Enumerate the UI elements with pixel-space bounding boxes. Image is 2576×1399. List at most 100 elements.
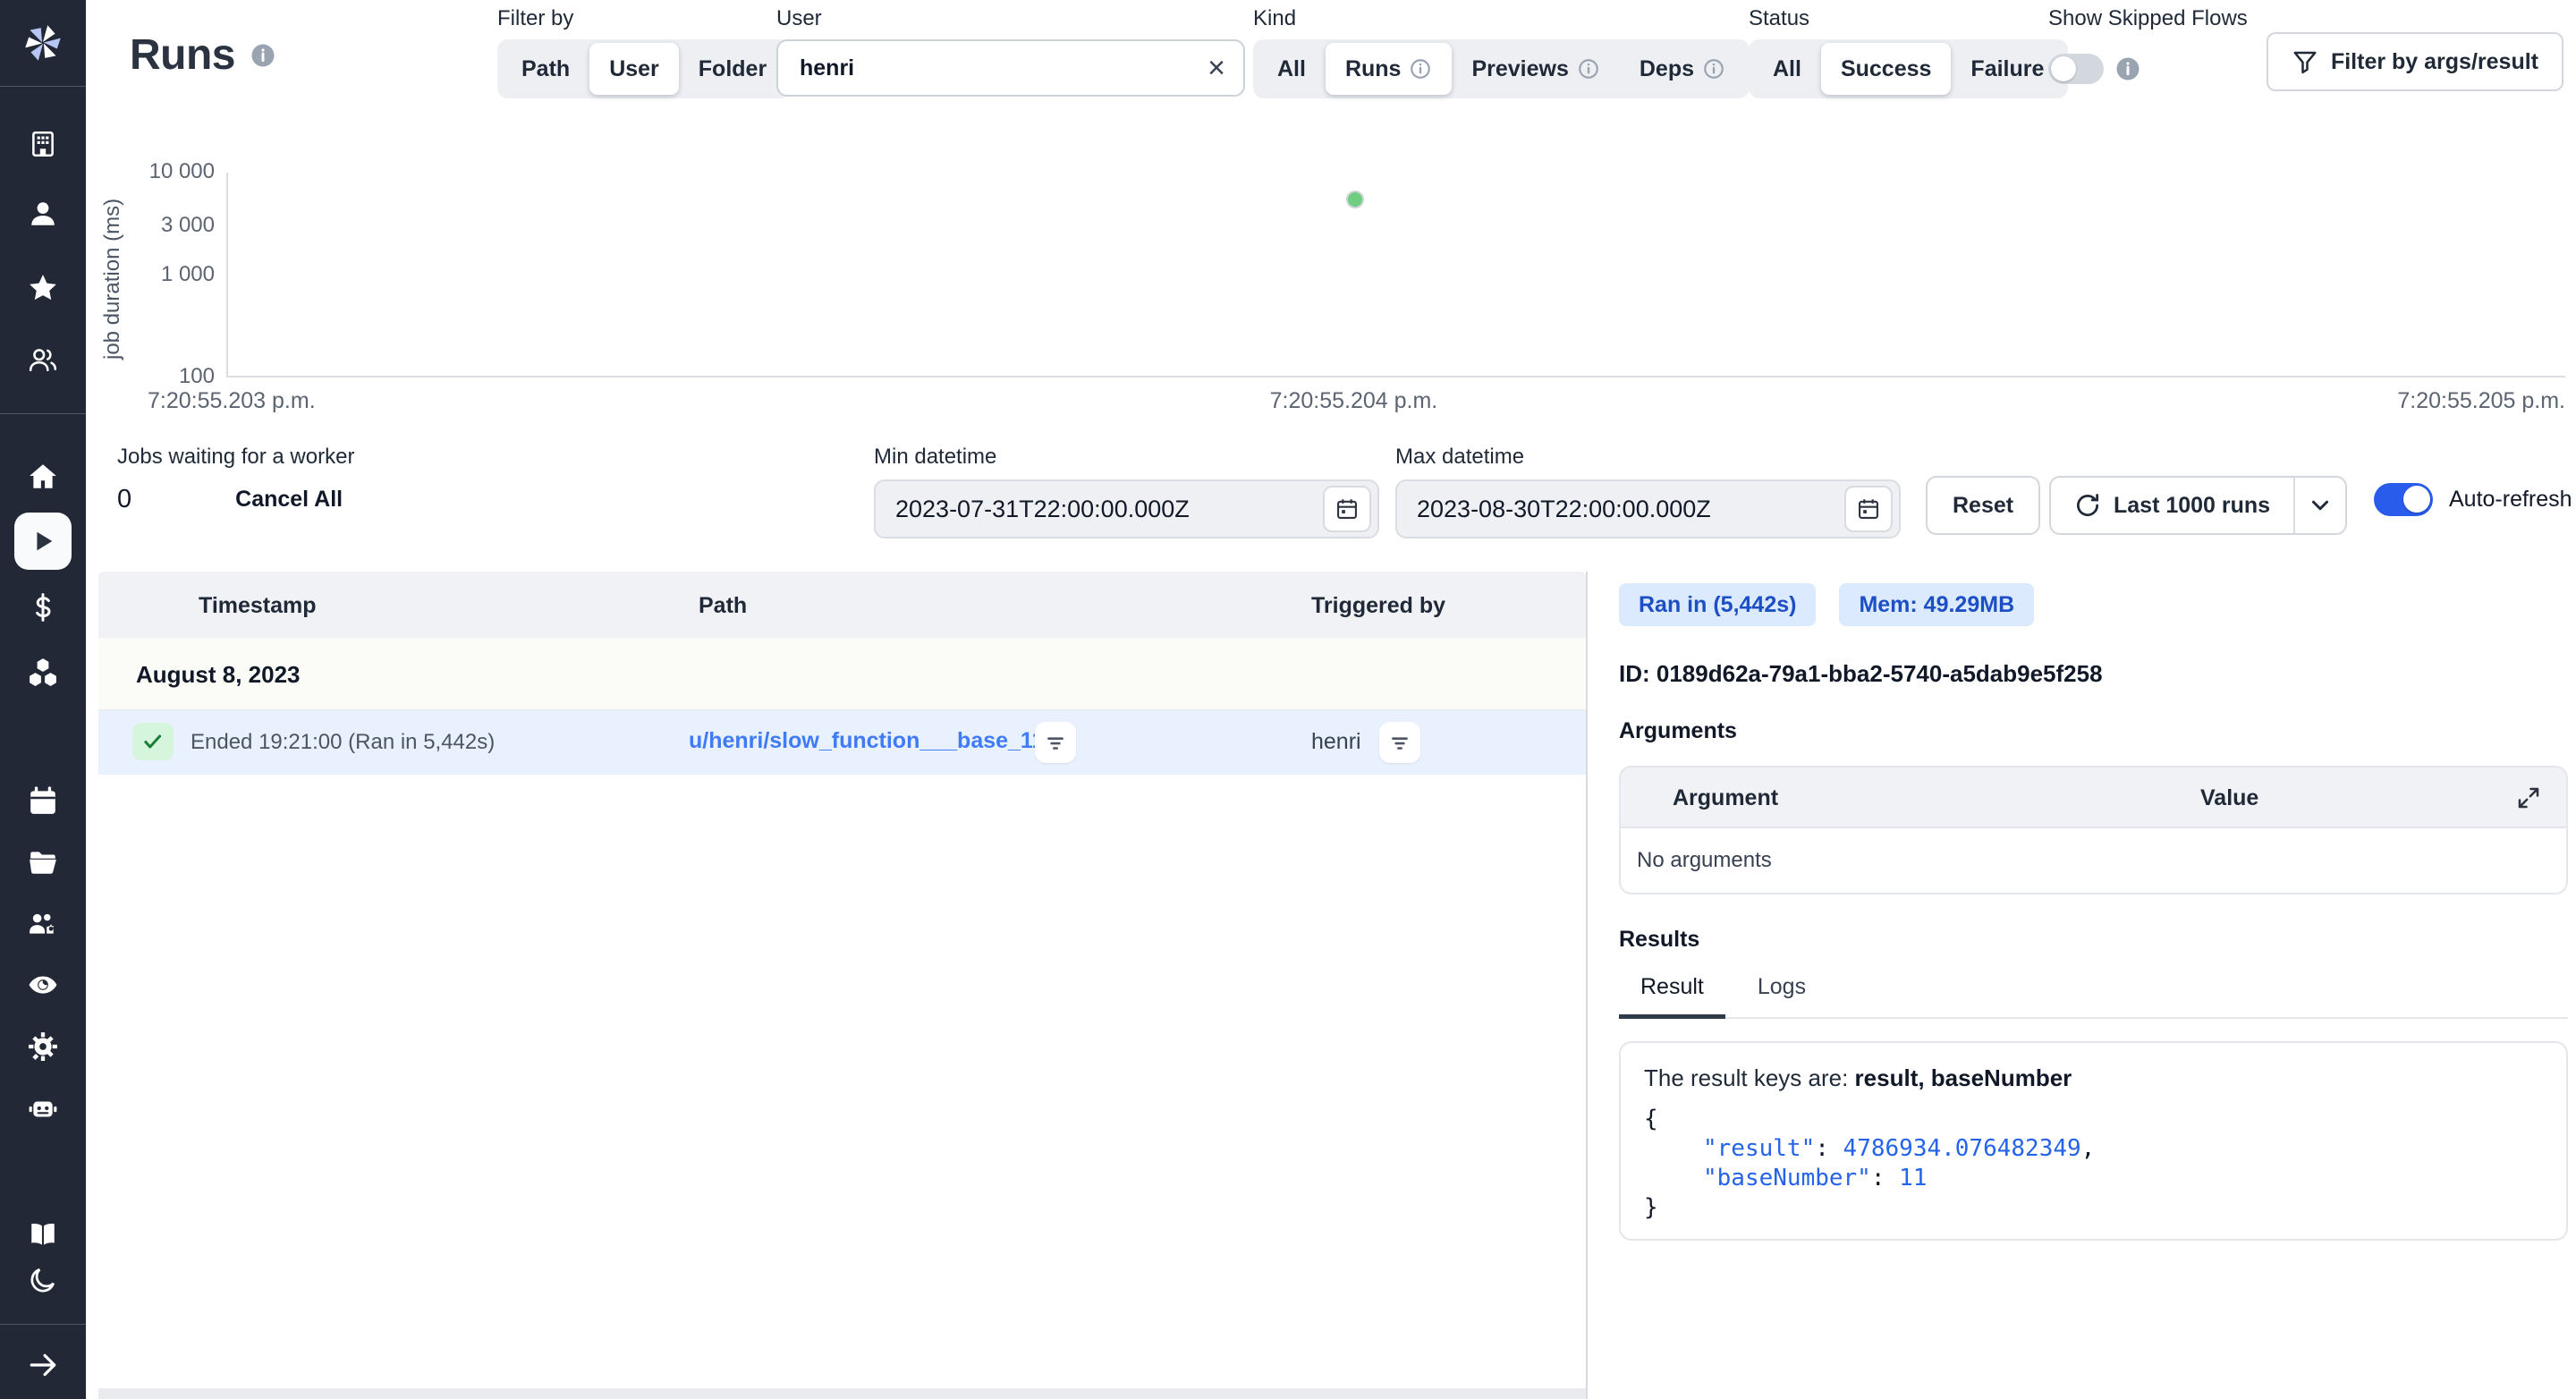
kind-option-deps[interactable]: Deps (1620, 43, 1745, 95)
robot-icon[interactable] (0, 1081, 86, 1138)
info-icon[interactable] (2114, 55, 2141, 82)
dollar-icon[interactable] (0, 579, 86, 636)
arguments-table-header: Argument Value (1621, 767, 2566, 828)
kind-label: Kind (1253, 5, 1750, 32)
folder-icon[interactable] (0, 834, 86, 891)
expand-icon[interactable] (2512, 782, 2545, 814)
min-datetime-group: Min datetime 2023-07-31T22:00:00.000Z (874, 444, 1379, 538)
cancel-all-button[interactable]: Cancel All (235, 487, 343, 513)
eye-icon[interactable] (0, 956, 86, 1013)
chevron-down-icon[interactable] (2295, 478, 2345, 533)
tab-logs[interactable]: Logs (1736, 969, 1827, 1017)
filter-by-option-folder[interactable]: Folder (679, 43, 786, 95)
filter-by-user-button[interactable] (1379, 722, 1420, 763)
filter-by-group: Filter by Path User Folder (497, 5, 791, 98)
kind-option-runs[interactable]: Runs (1326, 43, 1453, 95)
filter-by-segmented: Path User Folder (497, 39, 791, 98)
chart-plot (226, 173, 2565, 377)
col-triggered-by: Triggered by (1311, 593, 1445, 619)
status-label: Status (1749, 5, 2068, 32)
kind-option-all[interactable]: All (1258, 43, 1326, 95)
gear-icon[interactable] (0, 1018, 86, 1075)
user-filter-inputbox: × (776, 39, 1245, 97)
users-gear-icon[interactable] (0, 895, 86, 953)
funnel-icon (2292, 48, 2318, 75)
table-header: Timestamp Path Triggered by (98, 572, 1586, 638)
kind-group: Kind All Runs Previews Deps (1253, 5, 1750, 98)
result-card: The result keys are: result, baseNumber … (1619, 1041, 2568, 1241)
run-row[interactable]: Ended 19:21:00 (Ran in 5,442s) u/henri/s… (98, 710, 1586, 775)
sidebar-divider (0, 1324, 86, 1325)
ran-in-badge: Ran in (5,442s) (1619, 583, 1816, 626)
kind-option-previews[interactable]: Previews (1452, 43, 1619, 95)
filter-by-path-button[interactable] (1035, 722, 1076, 763)
arguments-heading: Arguments (1619, 718, 2568, 744)
info-icon[interactable] (1577, 57, 1600, 81)
title-info-icon[interactable] (250, 42, 276, 69)
user-filter-group: User × (776, 5, 1245, 97)
kind-segmented: All Runs Previews Deps (1253, 39, 1750, 98)
run-detail-panel: Ran in (5,442s) Mem: 49.29MB ID: 0189d62… (1619, 583, 2568, 1241)
success-check-icon (132, 723, 174, 760)
arguments-table: Argument Value No arguments (1619, 766, 2568, 895)
refresh-icon (2074, 492, 2101, 519)
max-datetime-label: Max datetime (1395, 444, 1901, 471)
min-datetime-input[interactable]: 2023-07-31T22:00:00.000Z (874, 479, 1379, 538)
calendar-picker-button[interactable] (1844, 486, 1893, 532)
date-group-row: August 8, 2023 (98, 638, 1586, 710)
duration-chart: job duration (ms) 10 0003 0001 000100 7:… (0, 143, 2576, 422)
arrow-right-icon[interactable] (0, 1340, 86, 1390)
run-triggered-by: henri (1311, 729, 1361, 755)
cubes-icon[interactable] (0, 643, 86, 700)
queue-count: 0 (117, 485, 131, 514)
reset-button[interactable]: Reset (1926, 476, 2040, 535)
result-json: { "result": 4786934.076482349, "baseNumb… (1644, 1105, 2543, 1223)
info-icon[interactable] (1409, 57, 1432, 81)
status-option-all[interactable]: All (1753, 43, 1821, 95)
max-datetime-group: Max datetime 2023-08-30T22:00:00.000Z (1395, 444, 1901, 538)
skipped-flows-toggle[interactable] (2048, 54, 2104, 84)
auto-refresh-toggle[interactable] (2374, 483, 2433, 516)
result-keys-line: The result keys are: result, baseNumber (1644, 1064, 2543, 1092)
info-icon[interactable] (1702, 57, 1725, 81)
max-datetime-input[interactable]: 2023-08-30T22:00:00.000Z (1395, 479, 1901, 538)
filter-by-option-path[interactable]: Path (502, 43, 589, 95)
horizontal-scrollbar[interactable] (98, 1388, 1586, 1399)
skipped-flows-group: Show Skipped Flows (2048, 5, 2248, 98)
col-argument: Argument (1673, 785, 1778, 811)
run-timestamp: Ended 19:21:00 (Ran in 5,442s) (191, 730, 495, 755)
moon-icon[interactable] (0, 1254, 86, 1306)
filter-by-option-user[interactable]: User (589, 43, 679, 95)
panel-divider (1586, 572, 1588, 1399)
auto-refresh-label: Auto-refresh (2449, 487, 2572, 513)
y-tick-label: 10 000 (0, 159, 215, 184)
sidebar-divider (0, 86, 86, 87)
y-tick-label: 3 000 (0, 213, 215, 238)
calendar-icon[interactable] (0, 773, 86, 830)
results-tabs: Result Logs (1619, 969, 2568, 1019)
col-value: Value (2200, 785, 2258, 811)
clear-input-icon[interactable]: × (1208, 53, 1225, 83)
status-group: Status All Success Failure (1749, 5, 2068, 98)
runs-page: Runs Filter by Path User Folder User × K… (0, 0, 2576, 1399)
filter-args-button[interactable]: Filter by args/result (2267, 32, 2563, 91)
status-option-success[interactable]: Success (1821, 43, 1951, 95)
user-filter-input[interactable] (800, 55, 1208, 81)
run-id: ID: 0189d62a-79a1-bba2-5740-a5dab9e5f258 (1619, 660, 2568, 688)
calendar-picker-button[interactable] (1323, 486, 1371, 532)
auto-refresh-block: Auto-refresh (2374, 483, 2572, 516)
col-timestamp: Timestamp (199, 593, 317, 619)
status-option-failure[interactable]: Failure (1951, 43, 2063, 95)
filter-by-label: Filter by (497, 5, 791, 32)
x-tick-label: 7:20:55.203 p.m. (148, 388, 316, 414)
memory-badge: Mem: 49.29MB (1839, 583, 2034, 626)
last-runs-split-button: Last 1000 runs (2049, 476, 2347, 535)
last-runs-button[interactable]: Last 1000 runs (2051, 478, 2293, 533)
run-path-link[interactable]: u/henri/slow_function___base_11 (689, 728, 1044, 754)
windmill-logo-icon[interactable] (0, 14, 86, 72)
results-heading: Results (1619, 927, 2568, 953)
tab-result[interactable]: Result (1619, 969, 1725, 1019)
run-data-point[interactable] (1346, 191, 1364, 208)
queue-block: Jobs waiting for a worker 0 Cancel All (117, 444, 354, 514)
y-tick-label: 100 (0, 364, 215, 389)
